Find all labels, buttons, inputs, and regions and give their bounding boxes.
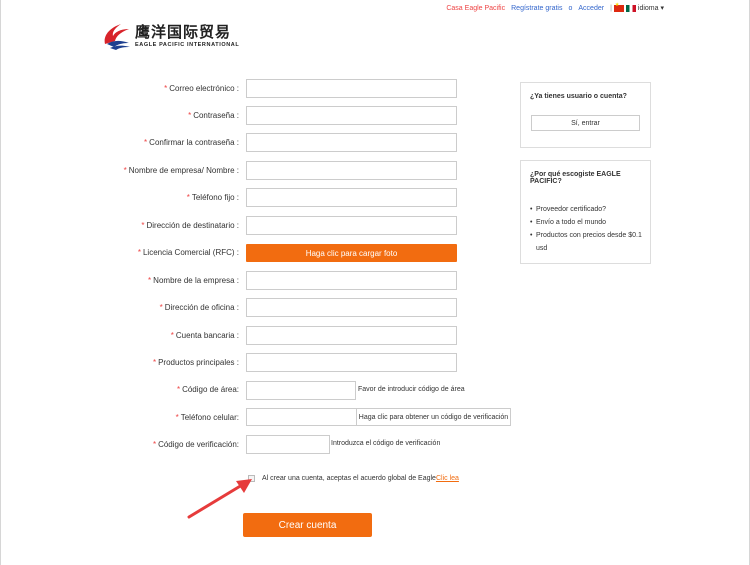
verification-code-input[interactable] [246,435,330,454]
office-address-label: * Dirección de oficina : [159,303,239,312]
destination-address-input[interactable] [246,216,457,235]
bank-account-label: * Cuenta bancaria : [170,331,239,340]
mobile-label: * Teléfono celular: [175,413,239,422]
verification-code-hint: Introduzca el código de verificación [331,440,441,447]
red-arrow-icon [187,479,252,519]
company-name-label: * Nombre de la empresa : [148,276,239,285]
mobile-input[interactable] [246,408,357,426]
office-address-input[interactable] [246,298,457,317]
landline-label: * Teléfono fijo : [186,193,239,202]
or-text: o [568,4,573,12]
password-label: * Contraseña : [188,111,239,120]
confirm-password-label: * Confirmar la contraseña : [144,138,239,147]
email-label: * Correo electrónico : [164,84,239,93]
email-input[interactable] [246,79,457,98]
login-link[interactable]: Acceder [578,5,604,12]
reasons-list: Proveedor certificado? Envío a todo el m… [530,203,650,255]
separator: | [610,4,612,12]
language-dropdown[interactable]: idioma ▾ [638,4,664,12]
main-products-input[interactable] [246,353,457,372]
why-choose-title: ¿Por qué escogiste EAGLE PACIFIC? [530,171,621,185]
area-code-hint: Favor de introducir código de área [358,386,465,393]
list-item: Productos con precios desde $0.1 usd [530,229,650,255]
existing-account-title: ¿Ya tienes usuario o cuenta? [530,93,627,100]
area-code-label: * Código de área: [176,385,239,394]
eagle-logo-icon [101,22,133,50]
confirm-password-input[interactable] [246,133,457,152]
login-button[interactable]: Sí, entrar [531,115,640,131]
home-link[interactable]: Casa Eagle Pacific [446,5,505,12]
china-flag-icon[interactable] [613,2,624,12]
company-person-label: * Nombre de empresa/ Nombre : [123,166,239,175]
password-input[interactable] [246,106,457,125]
destination-address-label: * Dirección de destinatario : [141,221,239,230]
bank-account-input[interactable] [246,326,457,345]
create-account-button[interactable]: Crear cuenta [243,513,372,537]
frame-border-left [0,0,1,565]
verification-code-label: * Código de verificación: [152,440,239,449]
agreement-row: Al crear una cuenta, aceptas el acuerdo … [248,475,459,482]
list-item: Envío a todo el mundo [530,216,650,229]
top-bar: Casa Eagle Pacific Regístrate gratis o A… [440,2,664,13]
get-verification-code-button[interactable]: Haga clic para obtener un código de veri… [356,408,511,426]
landline-input[interactable] [246,188,457,207]
main-products-label: * Productos principales : [152,358,239,367]
license-label: * Licencia Comercial (RFC) : [137,248,239,257]
company-name-input[interactable] [246,271,457,290]
why-choose-box: ¿Por qué escogiste EAGLE PACIFIC? Provee… [520,160,651,264]
logo-english-text: EAGLE PACIFIC INTERNATIONAL [135,42,240,48]
agreement-text: Al crear una cuenta, aceptas el acuerdo … [262,475,436,482]
area-code-input[interactable] [246,381,356,400]
mexico-flag-icon[interactable] [625,4,636,12]
logo[interactable]: 鹰洋国际贸易 EAGLE PACIFIC INTERNATIONAL [101,22,239,50]
upload-photo-button[interactable]: Haga clic para cargar foto [246,244,457,262]
list-item: Proveedor certificado? [530,203,650,216]
existing-account-box: ¿Ya tienes usuario o cuenta? Sí, entrar [520,82,651,148]
agreement-link[interactable]: Clic lea [436,475,459,482]
logo-chinese-text: 鹰洋国际贸易 [135,23,232,41]
company-person-input[interactable] [246,161,457,180]
register-link[interactable]: Regístrate gratis [511,5,562,12]
